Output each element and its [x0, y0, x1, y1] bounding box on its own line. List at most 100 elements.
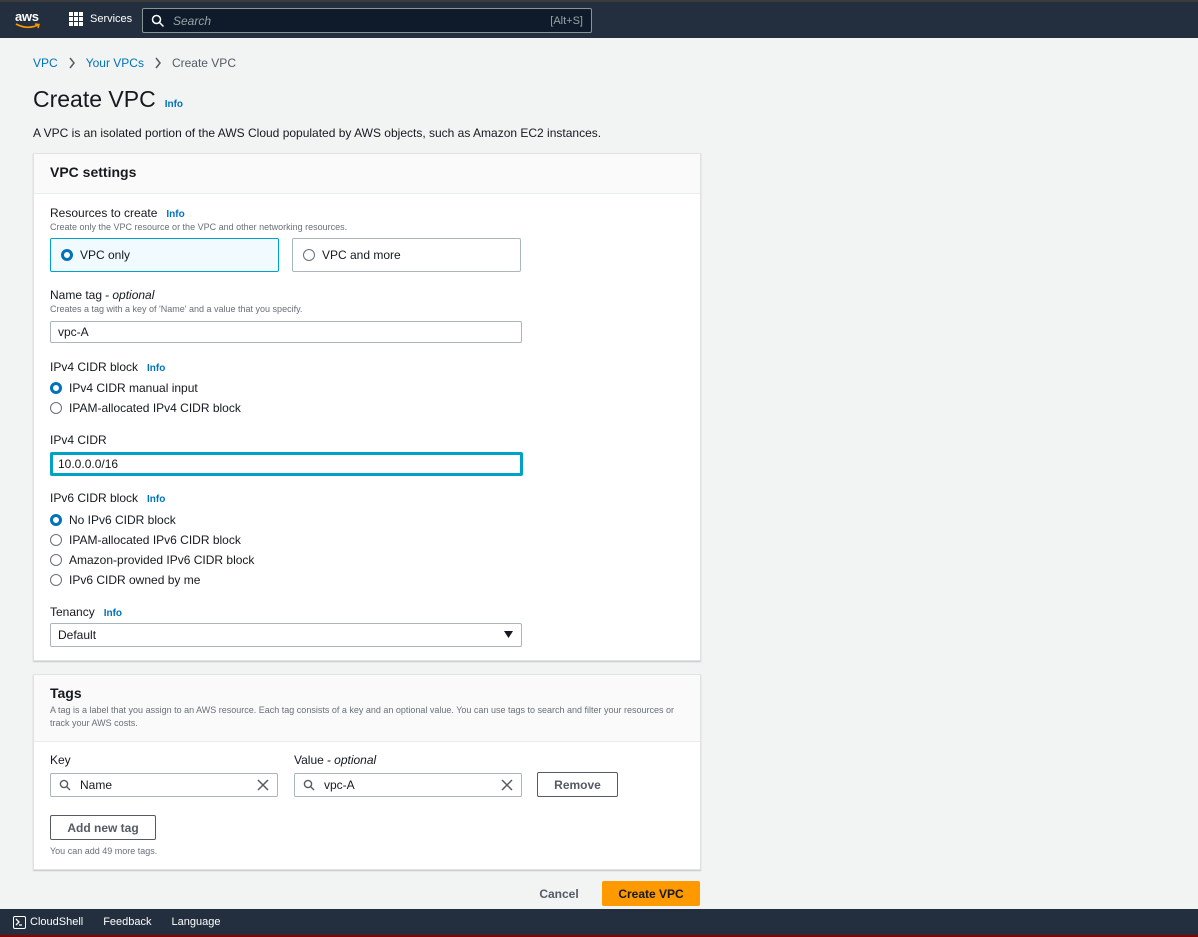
services-menu-button[interactable]: Services: [69, 12, 132, 26]
name-tag-field: Name tag - optional Creates a tag with a…: [50, 288, 302, 314]
top-navigation: aws Services Search [Alt+S]: [0, 0, 1198, 38]
name-tag-input[interactable]: vpc-A: [50, 321, 522, 343]
feedback-button[interactable]: Feedback: [103, 916, 151, 928]
tag-value-optional: - optional: [326, 753, 377, 767]
radio-ipv6-owned[interactable]: IPv6 CIDR owned by me: [50, 573, 200, 587]
name-tag-label: Name tag: [50, 288, 103, 302]
clear-icon[interactable]: [257, 779, 269, 791]
page-description: A VPC is an isolated portion of the AWS …: [33, 126, 602, 140]
radio-selected-icon: [50, 514, 62, 526]
chevron-right-icon: [69, 57, 75, 69]
resources-label: Resources to create: [50, 206, 158, 220]
tile-vpc-only-label: VPC only: [80, 248, 131, 262]
tenancy-label-row: Tenancy Info: [50, 605, 122, 619]
ipv4-block-label-row: IPv4 CIDR block Info: [50, 360, 165, 374]
chevron-right-icon: [155, 57, 161, 69]
radio-unselected-icon: [303, 249, 315, 261]
search-icon: [59, 779, 71, 791]
search-placeholder: Search: [173, 13, 212, 28]
title-info-link[interactable]: Info: [165, 99, 183, 110]
name-tag-hint: Creates a tag with a key of 'Name' and a…: [50, 304, 303, 314]
tenancy-info-link[interactable]: Info: [104, 608, 122, 619]
resources-field: Resources to create Info Create only the…: [50, 206, 347, 232]
tenancy-label: Tenancy: [50, 605, 95, 619]
tag-value-input[interactable]: vpc-A: [294, 773, 522, 797]
aws-logo-text: aws: [15, 9, 39, 24]
tags-panel: Tags A tag is a label that you assign to…: [33, 674, 701, 870]
resources-hint: Create only the VPC resource or the VPC …: [50, 222, 348, 232]
ipv4-cidr-input[interactable]: 10.0.0.0/16: [50, 452, 523, 476]
cloudshell-icon: [13, 915, 26, 929]
tag-value-value: vpc-A: [324, 778, 355, 792]
caret-down-icon: [504, 631, 513, 638]
radio-ipv4-manual[interactable]: IPv4 CIDR manual input: [50, 381, 198, 395]
page-title-text: Create VPC: [33, 86, 156, 112]
tag-value-label: Value - optional: [294, 753, 377, 767]
radio-unselected-icon: [50, 574, 62, 586]
remove-tag-button[interactable]: Remove: [537, 772, 618, 797]
ipv4-block-info-link[interactable]: Info: [147, 363, 165, 374]
tile-vpc-only[interactable]: VPC only: [50, 238, 279, 272]
breadcrumb: VPC Your VPCs Create VPC: [33, 56, 236, 70]
add-new-tag-button[interactable]: Add new tag: [50, 815, 156, 840]
breadcrumb-your-vpcs[interactable]: Your VPCs: [86, 56, 144, 70]
breadcrumb-vpc[interactable]: VPC: [33, 56, 58, 70]
tag-key-input[interactable]: Name: [50, 773, 278, 797]
breadcrumb-current: Create VPC: [171, 56, 236, 70]
tags-remaining: You can add 49 more tags.: [50, 846, 158, 856]
radio-no-ipv6[interactable]: No IPv6 CIDR block: [50, 513, 176, 527]
ipv4-cidr-value: 10.0.0.0/16: [58, 457, 119, 471]
radio-unselected-icon: [50, 554, 62, 566]
ipv6-block-label-row: IPv6 CIDR block Info: [50, 491, 165, 505]
resources-info-link[interactable]: Info: [166, 209, 184, 220]
radio-ipv4-ipam-label: IPAM-allocated IPv4 CIDR block: [69, 401, 241, 415]
tags-hint: A tag is a label that you assign to an A…: [50, 705, 675, 728]
vpc-settings-panel: VPC settings Resources to create Info Cr…: [33, 153, 701, 661]
tags-header: Tags A tag is a label that you assign to…: [34, 675, 700, 742]
tag-key-value: Name: [80, 778, 113, 792]
radio-selected-icon: [61, 249, 73, 261]
language-label: Language: [171, 916, 221, 928]
vpc-settings-heading: VPC settings: [50, 164, 137, 180]
tenancy-select[interactable]: Default: [50, 623, 522, 647]
ipv4-block-label: IPv4 CIDR block: [50, 360, 139, 374]
clear-icon[interactable]: [501, 779, 513, 791]
name-tag-value: vpc-A: [58, 325, 89, 339]
ipv4-cidr-label-row: IPv4 CIDR: [50, 433, 107, 447]
bottom-bar: CloudShell Feedback Language: [0, 909, 1198, 937]
radio-no-ipv6-label: No IPv6 CIDR block: [69, 513, 176, 527]
ipv6-block-label: IPv6 CIDR block: [50, 491, 139, 505]
cloudshell-button[interactable]: CloudShell: [0, 915, 84, 929]
radio-ipv6-amazon[interactable]: Amazon-provided IPv6 CIDR block: [50, 553, 254, 567]
create-vpc-button[interactable]: Create VPC: [602, 881, 700, 906]
aws-smile-icon: [15, 23, 40, 29]
name-tag-optional: - optional: [105, 288, 155, 302]
feedback-label: Feedback: [103, 916, 152, 928]
radio-ipv6-owned-label: IPv6 CIDR owned by me: [69, 573, 201, 587]
page-title: Create VPC Info: [33, 86, 183, 113]
search-shortcut: [Alt+S]: [550, 14, 583, 27]
tenancy-value: Default: [58, 628, 97, 642]
search-input[interactable]: Search [Alt+S]: [142, 8, 592, 33]
radio-unselected-icon: [50, 534, 62, 546]
ipv4-cidr-label: IPv4 CIDR: [50, 433, 107, 447]
cloudshell-label: CloudShell: [30, 916, 84, 928]
search-icon: [303, 779, 315, 791]
radio-ipv6-ipam[interactable]: IPAM-allocated IPv6 CIDR block: [50, 533, 241, 547]
vpc-settings-header: VPC settings: [34, 154, 700, 194]
radio-selected-icon: [50, 382, 62, 394]
tags-heading: Tags: [50, 685, 82, 701]
services-grid-icon: [69, 12, 83, 26]
aws-logo[interactable]: aws: [14, 8, 44, 32]
ipv6-block-info-link[interactable]: Info: [147, 494, 165, 505]
cancel-button[interactable]: Cancel: [527, 881, 591, 906]
tile-vpc-and-more-label: VPC and more: [322, 248, 401, 262]
language-button[interactable]: Language: [172, 916, 221, 928]
radio-unselected-icon: [50, 402, 62, 414]
search-icon: [151, 14, 165, 27]
tag-key-label: Key: [50, 753, 71, 767]
tile-vpc-and-more[interactable]: VPC and more: [292, 238, 521, 272]
radio-ipv4-manual-label: IPv4 CIDR manual input: [69, 381, 198, 395]
radio-ipv4-ipam[interactable]: IPAM-allocated IPv4 CIDR block: [50, 401, 241, 415]
radio-ipv6-ipam-label: IPAM-allocated IPv6 CIDR block: [69, 533, 241, 547]
